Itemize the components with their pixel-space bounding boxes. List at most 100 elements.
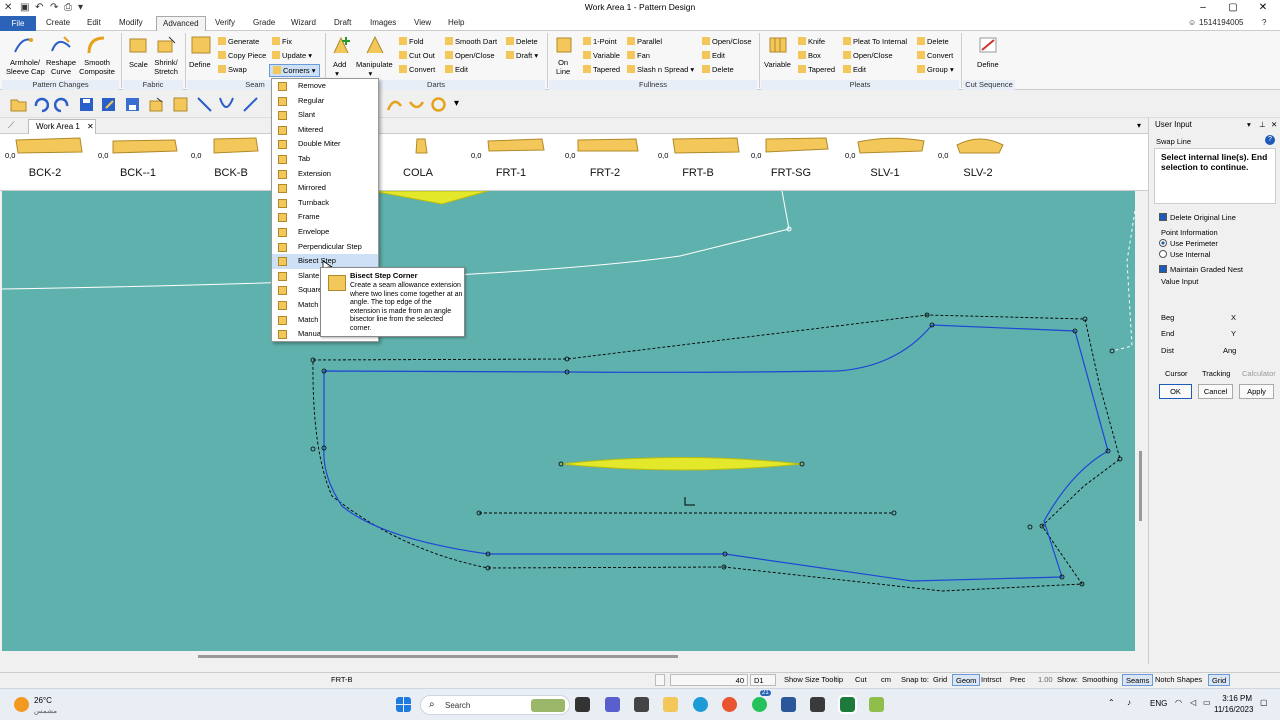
piece-bck-2[interactable]: 0,0 BCK-2	[0, 134, 90, 191]
corner-mitered[interactable]: Mitered	[272, 123, 378, 138]
mic-icon[interactable]: ♪	[1127, 698, 1131, 707]
open-folder-icon[interactable]	[10, 96, 27, 113]
use-internal-radio[interactable]: Use Internal	[1159, 250, 1210, 259]
show-size-tooltip-toggle[interactable]: Show Size Tooltip	[784, 675, 843, 684]
box-button[interactable]: Box	[798, 51, 821, 60]
corner-regular[interactable]: Regular	[272, 94, 378, 109]
tray-expand-icon[interactable]: ⌃	[1108, 698, 1115, 707]
battery-icon[interactable]: ▭	[1203, 698, 1211, 707]
tab-list-icon[interactable]: ▾	[1137, 121, 1141, 130]
cancel-button[interactable]: Cancel	[1198, 384, 1233, 399]
calculator-tab[interactable]: Calculator	[1242, 369, 1276, 378]
piece-frt-b[interactable]: 0,0 FRT-B	[653, 134, 743, 191]
apps-icon[interactable]	[634, 697, 649, 712]
menu-file[interactable]: File	[0, 16, 36, 31]
corner-turnback[interactable]: Turnback	[272, 196, 378, 211]
windows-start-icon[interactable]	[396, 697, 411, 712]
edge-icon[interactable]	[693, 697, 708, 712]
circle-tool-icon[interactable]	[430, 96, 447, 113]
pin-icon[interactable]: ⊥	[1259, 120, 1266, 129]
show-grid-toggle[interactable]: Grid	[1208, 674, 1231, 686]
d1-select[interactable]: D1	[750, 674, 776, 686]
clock-date[interactable]: 11/16/2023	[1214, 705, 1253, 714]
menu-modify[interactable]: Modify	[119, 18, 143, 27]
fold-button[interactable]: Fold	[399, 37, 424, 46]
knife-button[interactable]: Knife	[798, 37, 825, 46]
generate-button[interactable]: Generate	[218, 37, 259, 46]
volume-icon[interactable]: ◁	[1190, 698, 1196, 707]
shrink-stretch-button[interactable]: Shrink/Stretch	[153, 58, 179, 76]
dart-edit-button[interactable]: Edit	[445, 65, 468, 74]
menu-edit[interactable]: Edit	[87, 18, 101, 27]
cut-sequence-define-button[interactable]: Define	[977, 60, 999, 69]
variable-pleat-button[interactable]: Variable	[764, 60, 791, 69]
show-seams-toggle[interactable]: Seams	[1122, 674, 1154, 686]
taskbar-search[interactable]: ⌕ Search	[420, 695, 570, 715]
mirror-tool-icon[interactable]	[242, 96, 259, 113]
units-toggle[interactable]: cm	[881, 675, 891, 684]
corner-extension[interactable]: Extension	[272, 167, 378, 182]
slash-spread-button[interactable]: Slash n Spread ▾	[627, 65, 694, 74]
whatsapp-icon[interactable]: 21	[752, 690, 771, 712]
piece-cola[interactable]: COLA	[373, 134, 463, 191]
fix-button[interactable]: Fix	[272, 37, 292, 46]
tracking-tab[interactable]: Tracking	[1202, 369, 1230, 378]
corner-mirrored[interactable]: Mirrored	[272, 181, 378, 196]
pattern-design-icon[interactable]	[838, 695, 857, 714]
weather-icon[interactable]	[14, 697, 29, 712]
cut-out-button[interactable]: Cut Out	[399, 51, 435, 60]
dart-draft-button[interactable]: Draft ▾	[506, 51, 538, 60]
menu-help[interactable]: Help	[448, 18, 464, 27]
piece-slv-2[interactable]: 0,0 SLV-2	[933, 134, 1023, 191]
snap-grid-toggle[interactable]: Grid	[933, 675, 947, 684]
corner-double-miter[interactable]: Double Miter	[272, 137, 378, 152]
word-icon[interactable]	[781, 697, 796, 712]
dart-open-close-button[interactable]: Open/Close	[445, 51, 495, 60]
panel-menu-icon[interactable]: ▾	[1247, 120, 1251, 129]
piece-frt-1[interactable]: 0,0 FRT-1	[466, 134, 556, 191]
piece-slv-1[interactable]: 0,0 SLV-1	[840, 134, 930, 191]
corner-frame[interactable]: Frame	[272, 210, 378, 225]
delete-original-checkbox[interactable]: Delete Original Line	[1159, 213, 1236, 222]
horizontal-scrollbar[interactable]	[2, 651, 1148, 662]
undo-icon[interactable]	[32, 96, 49, 113]
save-edit-icon[interactable]	[100, 96, 117, 113]
show-smoothing-toggle[interactable]: Smoothing	[1082, 675, 1118, 684]
clock-time[interactable]: 3:16 PM	[1222, 694, 1252, 703]
menu-grade[interactable]: Grade	[253, 18, 275, 27]
help-icon[interactable]: ?	[1265, 135, 1275, 145]
use-perimeter-radio[interactable]: Use Perimeter	[1159, 239, 1218, 248]
on-line-button[interactable]: On Line	[556, 58, 570, 76]
update-button[interactable]: Update ▾	[272, 51, 312, 60]
snap-intrsct-toggle[interactable]: Intrsct	[981, 675, 1001, 684]
maximize-icon[interactable]: ▢	[1218, 0, 1248, 16]
armhole-button[interactable]: Armhole/Sleeve Cap	[6, 58, 45, 76]
cut-toggle[interactable]: Cut	[855, 675, 867, 684]
corners-dropdown-button[interactable]: Corners ▾	[269, 64, 320, 77]
line-tool-icon[interactable]	[196, 96, 213, 113]
piece-frt-2[interactable]: 0,0 FRT-2	[560, 134, 650, 191]
curve-edit-icon[interactable]	[386, 96, 403, 113]
redo-icon[interactable]	[54, 96, 71, 113]
prec-toggle[interactable]: Prec	[1010, 675, 1025, 684]
fan-button[interactable]: Fan	[627, 51, 650, 60]
firefox-icon[interactable]	[722, 697, 737, 712]
copy-piece-button[interactable]: Copy Piece	[218, 51, 266, 60]
close-panel-icon[interactable]: ✕	[1271, 120, 1277, 129]
smooth-icon[interactable]	[408, 96, 425, 113]
save-icon[interactable]	[78, 96, 95, 113]
smooth-dart-button[interactable]: Smooth Dart	[445, 37, 497, 46]
corner-slant[interactable]: Slant	[272, 108, 378, 123]
status-checkbox[interactable]	[655, 674, 665, 686]
corner-remove[interactable]: Remove	[272, 79, 378, 94]
fullness-open-close-button[interactable]: Open/Close	[702, 37, 752, 46]
app2-icon[interactable]	[869, 697, 884, 712]
teams-icon[interactable]	[605, 697, 620, 712]
reshape-curve-button[interactable]: Reshape Curve	[46, 58, 76, 76]
swap-button[interactable]: Swap	[218, 65, 247, 74]
tapered-pleat-button[interactable]: Tapered	[798, 65, 835, 74]
manipulate-button[interactable]: Manipulate ▾	[356, 60, 393, 78]
smooth-composite-button[interactable]: Smooth Composite	[79, 58, 115, 76]
dart-convert-button[interactable]: Convert	[399, 65, 435, 74]
curve-tool-icon[interactable]	[218, 96, 235, 113]
